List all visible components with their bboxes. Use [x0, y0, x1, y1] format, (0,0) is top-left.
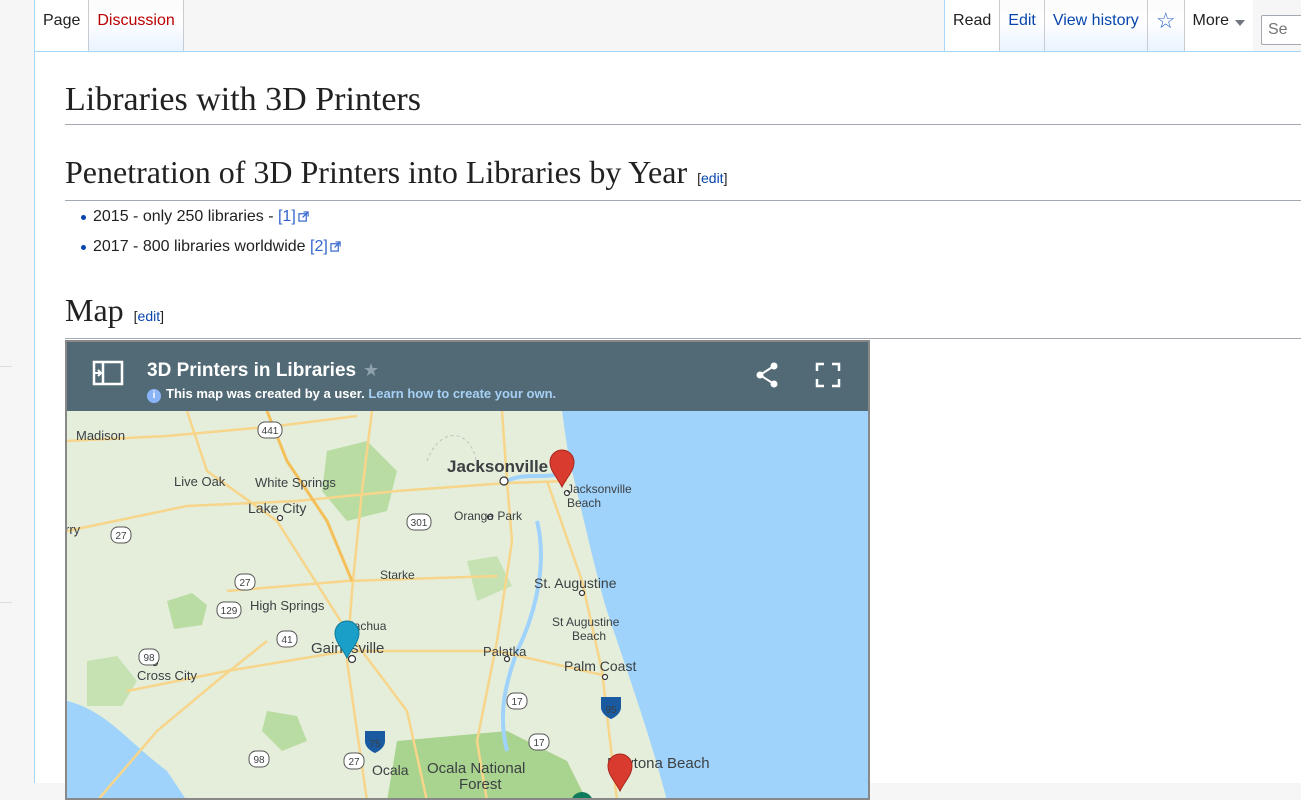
search-box	[1253, 0, 1301, 52]
city-label: Live Oak	[174, 474, 226, 489]
star-icon[interactable]: ★	[363, 360, 379, 381]
chevron-down-icon	[1235, 20, 1245, 26]
city-label: St Augustine	[552, 615, 620, 629]
city-label: Palm Coast	[564, 658, 636, 674]
section-edit-link: [edit]	[697, 170, 728, 186]
map-subtitle: i This map was created by a user. Learn h…	[147, 386, 556, 403]
content-area: Libraries with 3D Printers Penetration o…	[34, 51, 1301, 800]
shield-label: 441	[262, 426, 279, 437]
external-link-icon	[298, 211, 309, 222]
tab-view-history-label: View history	[1052, 12, 1139, 29]
section-heading-text: Map	[65, 292, 124, 328]
tab-edit-label: Edit	[1008, 12, 1036, 29]
city-label: Beach	[567, 496, 601, 510]
shield-label: 95	[605, 705, 617, 716]
city-label: Jacksonville	[567, 482, 632, 496]
year-list: 2015 - only 250 libraries - [1] 2017 - 8…	[79, 202, 341, 262]
reference-link[interactable]: [2]	[310, 238, 341, 255]
city-label: Madison	[76, 428, 125, 443]
shield-label: 41	[281, 635, 293, 646]
sidebar-divider	[0, 602, 12, 603]
forest-label: Forest	[459, 776, 502, 793]
map-canvas[interactable]: 75 95 441 301 27 27 129 41 98 17 17 27 9…	[67, 411, 868, 800]
map-title: 3D Printers in Libraries	[147, 360, 357, 381]
city-label: Orange Park	[454, 509, 523, 523]
page-title: Libraries with 3D Printers	[65, 78, 1301, 125]
city-label: Starke	[380, 568, 415, 582]
shield-label: 301	[411, 518, 428, 529]
forest-label: Ocala National	[427, 760, 525, 777]
embedded-map[interactable]: 3D Printers in Libraries ★ i This map was…	[65, 340, 870, 800]
city-label: Ocala	[372, 762, 409, 778]
reference-label: [2]	[310, 238, 328, 255]
city-label: Cross City	[137, 668, 197, 683]
section-heading-penetration: Penetration of 3D Printers into Librarie…	[65, 152, 1301, 201]
city-label: rry	[67, 522, 81, 537]
city-label: Jacksonville	[447, 457, 548, 476]
sidebar-divider	[0, 366, 12, 367]
watch-star-button[interactable]: ☆	[1147, 0, 1185, 52]
tab-read[interactable]: Read	[944, 0, 1001, 52]
shield-label: 17	[533, 738, 545, 749]
map-subtitle-text: This map was created by a user.	[166, 386, 365, 401]
list-item: 2015 - only 250 libraries - [1]	[81, 202, 341, 232]
section-heading-text: Penetration of 3D Printers into Librarie…	[65, 154, 688, 190]
search-input[interactable]	[1261, 15, 1301, 45]
tab-edit[interactable]: Edit	[1000, 0, 1045, 52]
info-icon: i	[147, 389, 161, 403]
reference-label: [1]	[277, 208, 296, 225]
tab-page-label: Page	[43, 12, 81, 29]
city-label: St. Augustine	[534, 575, 617, 591]
more-label: More	[1192, 12, 1229, 29]
list-item-text: 2017 - 800 libraries worldwide	[93, 238, 310, 255]
shield-label: 27	[115, 531, 127, 542]
shield-label: 98	[253, 755, 265, 766]
shield-label: 17	[511, 697, 523, 708]
tab-page[interactable]: Page	[34, 0, 90, 52]
tab-discussion[interactable]: Discussion	[89, 0, 184, 52]
city-label: White Springs	[255, 475, 336, 490]
list-item: 2017 - 800 libraries worldwide [2]	[81, 232, 341, 262]
city-label: Beach	[572, 629, 606, 643]
reference-link[interactable]: [1]	[278, 208, 309, 225]
edit-link[interactable]: edit	[138, 308, 161, 324]
city-label: High Springs	[250, 598, 325, 613]
shield-label: 27	[239, 578, 251, 589]
view-tabs: Read Edit View history ☆ More	[944, 0, 1301, 52]
tab-read-label: Read	[953, 12, 992, 29]
sidebar-toggle-icon[interactable]	[92, 360, 124, 386]
fullscreen-icon[interactable]	[815, 362, 841, 388]
shield-label: 129	[221, 606, 238, 617]
shield-label: 98	[143, 653, 155, 664]
list-item-text: 2015 - only 250 libraries -	[93, 208, 278, 225]
namespace-tabs: Page Discussion	[34, 0, 184, 52]
city-label: Palatka	[483, 644, 527, 659]
left-sidebar	[0, 0, 34, 783]
shield-label: 75	[369, 739, 381, 750]
tab-view-history[interactable]: View history	[1044, 0, 1148, 52]
section-heading-map: Map [edit]	[65, 290, 1301, 339]
more-menu[interactable]: More	[1184, 0, 1253, 52]
tab-discussion-label: Discussion	[97, 12, 175, 29]
city-label: Lake City	[248, 500, 306, 516]
edit-link[interactable]: edit	[701, 170, 724, 186]
star-icon: ☆	[1155, 8, 1176, 33]
section-edit-link: [edit]	[133, 308, 165, 324]
learn-link[interactable]: Learn how to create your own.	[368, 386, 556, 401]
shield-label: 27	[348, 757, 360, 768]
share-icon[interactable]	[755, 362, 779, 388]
map-header: 3D Printers in Libraries ★ i This map was…	[67, 342, 868, 411]
external-link-icon	[330, 241, 341, 252]
